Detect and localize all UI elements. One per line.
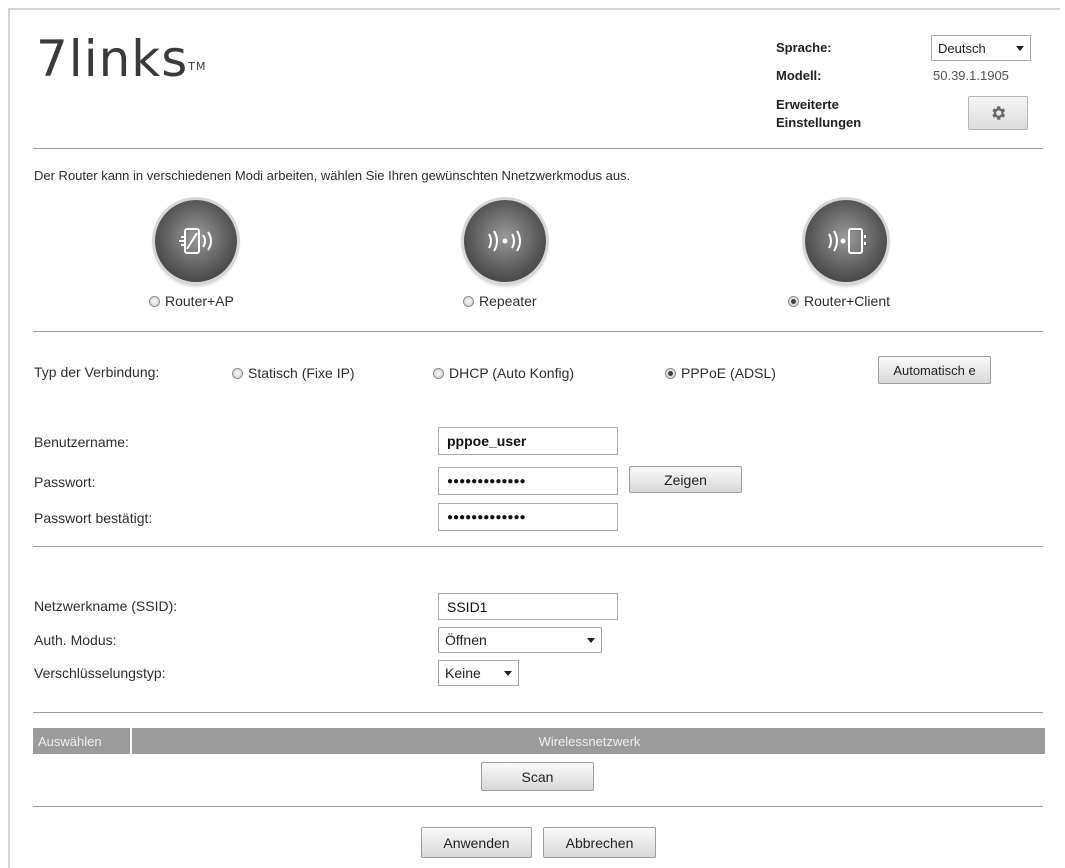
radio-dhcp[interactable] (433, 368, 444, 379)
connection-option-dhcp[interactable]: DHCP (Auto Konfig) (433, 365, 574, 381)
auth-mode-select[interactable]: Öffnen (438, 627, 602, 653)
mode-label-router-ap: Router+AP (165, 293, 234, 309)
router-ap-icon[interactable] (155, 200, 237, 282)
confirm-password-input[interactable]: ●●●●●●●●●●●●● (438, 503, 618, 531)
radio-static[interactable] (232, 368, 243, 379)
language-value: Deutsch (938, 40, 986, 56)
logo-text: 7links (36, 30, 189, 88)
language-label: Sprache: (776, 40, 832, 55)
radio-router-client[interactable] (788, 296, 799, 307)
chevron-down-icon (504, 670, 512, 676)
radio-pppoe[interactable] (665, 368, 676, 379)
mode-label-router-client: Router+Client (804, 293, 890, 309)
advanced-label-line2: Einstellungen (776, 115, 862, 130)
scan-button[interactable]: Scan (481, 762, 594, 791)
wireless-network-table-header: Auswählen Wirelessnetzwerk (33, 728, 1045, 754)
column-header-wireless-network: Wirelessnetzwerk (538, 733, 641, 749)
password-label: Passwort: (34, 474, 96, 490)
advanced-settings-button[interactable] (968, 96, 1028, 130)
column-header-select: Auswählen (33, 728, 132, 754)
model-value: 50.39.1.1905 (933, 68, 1009, 83)
router-ap-glyph (179, 228, 212, 254)
connection-option-static[interactable]: Statisch (Fixe IP) (232, 365, 355, 381)
connection-type-label: Typ der Verbindung: (34, 364, 160, 380)
auto-detect-button[interactable]: Automatisch e (878, 356, 991, 384)
model-label: Modell: (776, 68, 822, 83)
divider (33, 148, 1043, 149)
auth-mode-value: Öffnen (445, 632, 487, 648)
ssid-label: Netzwerkname (SSID): (34, 598, 178, 614)
divider (33, 806, 1043, 807)
gear-icon (992, 106, 1006, 120)
language-select[interactable]: Deutsch (931, 35, 1031, 61)
radio-router-ap[interactable] (149, 296, 160, 307)
encryption-type-label: Verschlüsselungstyp: (34, 665, 166, 681)
advanced-settings-label: Erweiterte Einstellungen (776, 96, 861, 132)
username-label: Benutzername: (34, 434, 129, 450)
logo: 7linksTM (36, 34, 207, 84)
confirm-password-label: Passwort bestätigt: (34, 510, 153, 526)
repeater-glyph (488, 230, 521, 252)
radio-repeater[interactable] (463, 296, 474, 307)
mode-option-repeater[interactable]: Repeater (463, 293, 537, 309)
show-password-button[interactable]: Zeigen (629, 466, 742, 493)
password-input[interactable]: ●●●●●●●●●●●●● (438, 467, 618, 495)
apply-button[interactable]: Anwenden (421, 827, 532, 858)
logo-trademark: TM (188, 60, 207, 73)
auth-mode-label: Auth. Modus: (34, 632, 117, 648)
ssid-input[interactable]: SSID1 (438, 593, 618, 620)
connection-option-pppoe[interactable]: PPPoE (ADSL) (665, 365, 776, 381)
mode-label-repeater: Repeater (479, 293, 537, 309)
repeater-icon[interactable] (464, 200, 546, 282)
divider (33, 712, 1043, 713)
mode-option-router-ap[interactable]: Router+AP (149, 293, 234, 309)
encryption-type-select[interactable]: Keine (438, 660, 519, 686)
connection-label-dhcp: DHCP (Auto Konfig) (449, 365, 575, 381)
mode-option-router-client[interactable]: Router+Client (788, 293, 890, 309)
chevron-down-icon (1016, 45, 1024, 51)
connection-label-pppoe: PPPoE (ADSL) (681, 365, 776, 381)
encryption-type-value: Keine (445, 665, 481, 681)
divider (33, 546, 1043, 547)
username-input[interactable]: pppoe_user (438, 427, 618, 455)
router-client-glyph (828, 228, 866, 254)
chevron-down-icon (587, 637, 595, 643)
mode-intro-text: Der Router kann in verschiedenen Modi ar… (34, 168, 631, 183)
advanced-label-line1: Erweiterte (776, 97, 839, 112)
cancel-button[interactable]: Abbrechen (543, 827, 656, 858)
divider (33, 331, 1043, 332)
router-client-icon[interactable] (805, 200, 887, 282)
connection-label-static: Statisch (Fixe IP) (248, 365, 355, 381)
